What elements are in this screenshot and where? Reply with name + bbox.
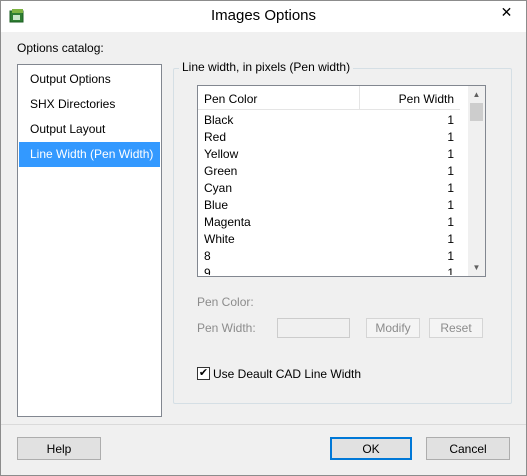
reset-button[interactable]: Reset: [429, 318, 483, 338]
row-pen-width: 1: [447, 198, 454, 212]
column-header-pen-color[interactable]: Pen Color: [204, 92, 257, 106]
row-pen-width: 1: [447, 266, 454, 275]
row-pen-color: Red: [204, 130, 227, 144]
row-pen-color: Blue: [204, 198, 229, 212]
scroll-thumb[interactable]: [470, 103, 483, 121]
close-icon: ✕: [500, 3, 513, 20]
row-pen-width: 1: [447, 164, 454, 178]
vertical-scrollbar[interactable]: ▲ ▼: [468, 86, 485, 276]
row-pen-width: 1: [447, 181, 454, 195]
options-catalog-list[interactable]: Output Options SHX Directories Output La…: [17, 64, 162, 417]
catalog-item-line-width[interactable]: Line Width (Pen Width): [19, 142, 160, 167]
table-row[interactable]: Black 1: [198, 112, 460, 129]
catalog-item-shx-directories[interactable]: SHX Directories: [19, 92, 160, 117]
row-pen-color: Cyan: [204, 181, 233, 195]
help-button[interactable]: Help: [17, 437, 101, 460]
catalog-item-output-options[interactable]: Output Options: [19, 67, 160, 92]
row-pen-color: 8: [204, 249, 211, 263]
row-pen-color: Green: [204, 164, 238, 178]
scroll-down-arrow-icon[interactable]: ▼: [468, 259, 485, 276]
row-pen-width: 1: [447, 232, 454, 246]
row-pen-width: 1: [447, 249, 454, 263]
row-pen-color: White: [204, 232, 235, 246]
images-options-dialog: Images Options ✕ Options catalog: Output…: [0, 0, 527, 476]
line-width-group-title: Line width, in pixels (Pen width): [179, 60, 354, 74]
footer-divider: [1, 424, 526, 425]
row-pen-color: Yellow: [204, 147, 239, 161]
pen-width-label: Pen Width:: [197, 321, 256, 335]
table-row[interactable]: 8 1: [198, 248, 460, 265]
modify-button[interactable]: Modify: [366, 318, 420, 338]
row-pen-width: 1: [447, 130, 454, 144]
pen-color-label: Pen Color:: [197, 295, 254, 309]
options-catalog-label: Options catalog:: [17, 41, 104, 55]
row-pen-width: 1: [447, 147, 454, 161]
row-pen-width: 1: [447, 215, 454, 229]
use-default-line-width-option[interactable]: ✔ Use Deault CAD Line Width: [197, 365, 361, 382]
row-pen-color: Magenta: [204, 215, 251, 229]
close-button[interactable]: ✕: [493, 2, 520, 22]
row-pen-color: 9: [204, 266, 211, 275]
column-header-pen-width[interactable]: Pen Width: [399, 92, 454, 106]
window-title: Images Options: [210, 7, 317, 24]
table-row[interactable]: Blue 1: [198, 197, 460, 214]
use-default-line-width-label[interactable]: Use Deault CAD Line Width: [213, 367, 361, 381]
list-header: Pen Color Pen Width: [198, 86, 460, 110]
table-row[interactable]: Green 1: [198, 163, 460, 180]
row-pen-color: Black: [204, 113, 234, 127]
use-default-line-width-checkbox[interactable]: ✔: [197, 367, 210, 380]
scroll-up-arrow-icon[interactable]: ▲: [468, 86, 485, 103]
column-divider: [359, 86, 360, 110]
checkmark-icon: ✔: [198, 367, 209, 379]
pen-width-input[interactable]: [277, 318, 350, 338]
cancel-button[interactable]: Cancel: [426, 437, 510, 460]
table-row[interactable]: Magenta 1: [198, 214, 460, 231]
row-pen-width: 1: [447, 113, 454, 127]
table-row[interactable]: White 1: [198, 231, 460, 248]
table-row[interactable]: Cyan 1: [198, 180, 460, 197]
table-row[interactable]: Red 1: [198, 129, 460, 146]
catalog-item-output-layout[interactable]: Output Layout: [19, 117, 160, 142]
table-row[interactable]: Yellow 1: [198, 146, 460, 163]
ok-button[interactable]: OK: [330, 437, 412, 460]
table-row[interactable]: 9 1: [198, 265, 460, 275]
pen-width-list[interactable]: Pen Color Pen Width Black 1 Red 1 Yellow…: [197, 85, 486, 277]
title-bar: Images Options ✕: [1, 1, 526, 32]
